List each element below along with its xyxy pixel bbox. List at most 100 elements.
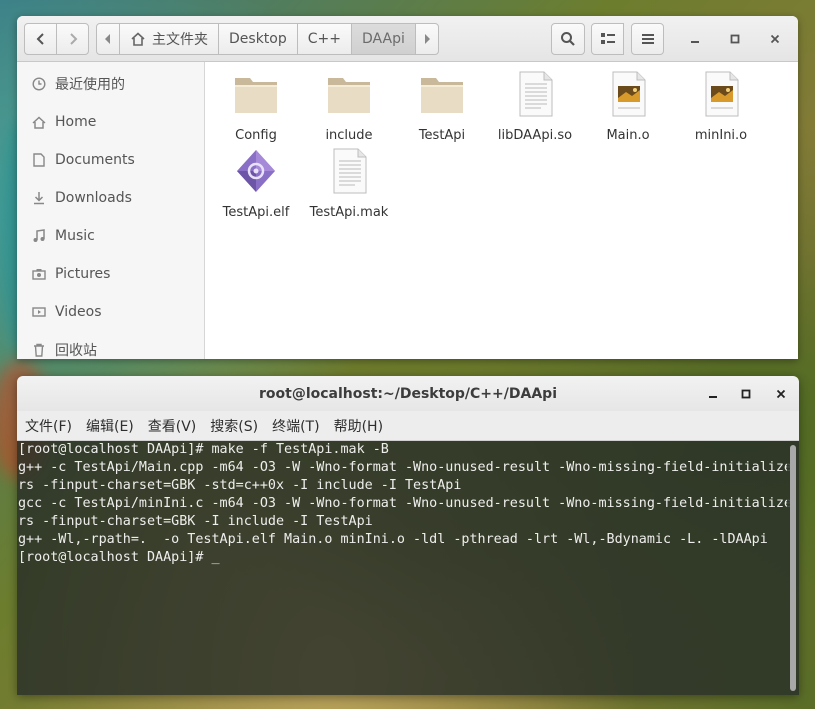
menu-edit[interactable]: 编辑(E) <box>86 416 134 436</box>
terminal-scrollbar[interactable] <box>787 441 799 695</box>
menu-help[interactable]: 帮助(H) <box>334 416 383 436</box>
minimize-button[interactable] <box>685 29 705 49</box>
file-name: Main.o <box>606 128 650 143</box>
minimize-icon <box>709 396 717 398</box>
path-crumb-daapi[interactable]: DAApi <box>351 23 416 55</box>
chevron-left-icon <box>36 33 44 45</box>
camera-icon <box>31 266 47 282</box>
maximize-button[interactable] <box>725 29 745 49</box>
terminal-title: root@localhost:~/Desktop/C++/DAApi <box>258 385 557 402</box>
search-button[interactable] <box>551 23 585 55</box>
file-name: Config <box>235 128 277 143</box>
path-bar: 主文件夹 Desktop C++ DAApi <box>96 23 439 55</box>
document-icon <box>31 152 47 168</box>
terminal-output[interactable]: [root@localhost DAApi]# make -f TestApi.… <box>17 441 792 695</box>
view-mode-button[interactable] <box>591 23 624 55</box>
terminal-menubar: 文件(F) 编辑(E) 查看(V) 搜索(S) 终端(T) 帮助(H) <box>17 411 799 441</box>
maximize-icon <box>730 34 740 44</box>
image-document-icon <box>612 71 646 117</box>
terminal-titlebar[interactable]: root@localhost:~/Desktop/C++/DAApi <box>17 376 799 411</box>
terminal-line: [root@localhost DAApi]# _ <box>18 550 220 565</box>
menu-search[interactable]: 搜索(S) <box>210 416 258 436</box>
file-item-testapi-folder[interactable]: TestApi <box>396 70 488 143</box>
file-item-include[interactable]: include <box>303 70 395 143</box>
back-button[interactable] <box>24 23 57 55</box>
close-icon <box>776 389 786 399</box>
terminal-maximize-button[interactable] <box>736 384 756 404</box>
app-menu-button[interactable] <box>631 23 664 55</box>
maximize-icon <box>741 389 751 399</box>
sidebar-item-home[interactable]: Home <box>17 103 205 141</box>
close-button[interactable] <box>765 29 785 49</box>
path-crumb-cpp[interactable]: C++ <box>296 23 352 55</box>
terminal-line: rs -finput-charset=GBK -I include -I Tes… <box>18 514 373 529</box>
terminal-line: [root@localhost DAApi]# make -f TestApi.… <box>18 442 389 457</box>
file-item-libdaapi[interactable]: libDAApi.so <box>489 70 581 143</box>
file-name: libDAApi.so <box>497 128 573 143</box>
minimize-icon <box>691 41 699 43</box>
path-crumb-desktop[interactable]: Desktop <box>218 23 298 55</box>
path-scroll-right-button[interactable] <box>414 23 439 55</box>
places-sidebar: 最近使用的 Home Documents Downloads Music Pic… <box>17 62 205 359</box>
terminal-minimize-button[interactable] <box>703 384 723 404</box>
menu-view[interactable]: 查看(V) <box>148 416 197 436</box>
sidebar-item-videos[interactable]: Videos <box>17 293 205 331</box>
download-icon <box>31 190 47 206</box>
forward-button[interactable] <box>56 23 89 55</box>
scrollbar-thumb[interactable] <box>790 445 796 691</box>
sidebar-item-pictures[interactable]: Pictures <box>17 255 205 293</box>
sidebar-item-recent[interactable]: 最近使用的 <box>17 65 205 103</box>
sidebar-item-label: 最近使用的 <box>55 77 125 93</box>
list-view-icon <box>600 33 615 44</box>
file-manager-headerbar: 主文件夹 Desktop C++ DAApi <box>17 16 798 62</box>
sidebar-item-label: Downloads <box>55 190 132 206</box>
sidebar-item-documents[interactable]: Documents <box>17 141 205 179</box>
file-name: TestApi <box>418 128 466 143</box>
sidebar-item-label: Music <box>55 228 95 244</box>
file-name: TestApi.elf <box>222 205 290 220</box>
file-item-config[interactable]: Config <box>210 70 302 143</box>
image-document-icon <box>705 71 739 117</box>
text-document-icon <box>333 148 367 194</box>
executable-icon <box>237 150 275 192</box>
clock-icon <box>31 76 47 92</box>
file-item-testapi-mak[interactable]: TestApi.mak <box>303 147 395 220</box>
chevron-right-icon <box>69 33 77 45</box>
terminal-line: g++ -c TestApi/Main.cpp -m64 -O3 -W -Wno… <box>18 460 792 475</box>
trash-icon <box>31 342 47 358</box>
file-item-minini-o[interactable]: minIni.o <box>675 70 767 143</box>
path-scroll-left-button[interactable] <box>96 23 120 55</box>
text-document-icon <box>519 71 553 117</box>
path-crumb-label: DAApi <box>362 31 405 47</box>
menu-terminal[interactable]: 终端(T) <box>272 416 319 436</box>
sidebar-item-label: Pictures <box>55 266 111 282</box>
file-name: TestApi.mak <box>309 205 389 220</box>
menu-file[interactable]: 文件(F) <box>25 416 72 436</box>
sidebar-item-music[interactable]: Music <box>17 217 205 255</box>
file-manager-window: 主文件夹 Desktop C++ DAApi 最近使用的 Home Docume… <box>17 16 798 359</box>
music-icon <box>31 228 47 244</box>
sidebar-item-trash[interactable]: 回收站 <box>17 331 205 359</box>
path-crumb-label: Desktop <box>229 31 287 47</box>
search-icon <box>561 32 575 46</box>
file-view: Config include TestApi libDAApi.so Main.… <box>205 62 798 359</box>
folder-icon <box>235 78 277 113</box>
file-item-main-o[interactable]: Main.o <box>582 70 674 143</box>
sidebar-item-label: 回收站 <box>55 343 97 359</box>
home-icon <box>131 32 145 46</box>
terminal-window: root@localhost:~/Desktop/C++/DAApi 文件(F)… <box>17 376 799 695</box>
video-icon <box>31 304 47 320</box>
path-crumb-home[interactable]: 主文件夹 <box>119 23 219 55</box>
terminal-line: g++ -Wl,-rpath=. -o TestApi.elf Main.o m… <box>18 532 768 547</box>
sidebar-item-label: Documents <box>55 152 135 168</box>
sidebar-item-label: Videos <box>55 304 102 320</box>
folder-icon <box>421 78 463 113</box>
hamburger-menu-icon <box>641 34 654 44</box>
terminal-line: gcc -c TestApi/minIni.c -m64 -O3 -W -Wno… <box>18 496 792 511</box>
sidebar-item-downloads[interactable]: Downloads <box>17 179 205 217</box>
terminal-close-button[interactable] <box>771 384 791 404</box>
sidebar-item-label: Home <box>55 114 97 130</box>
caret-left-icon <box>105 34 110 44</box>
file-name: include <box>325 128 373 143</box>
file-item-testapi-elf[interactable]: TestApi.elf <box>210 147 302 220</box>
